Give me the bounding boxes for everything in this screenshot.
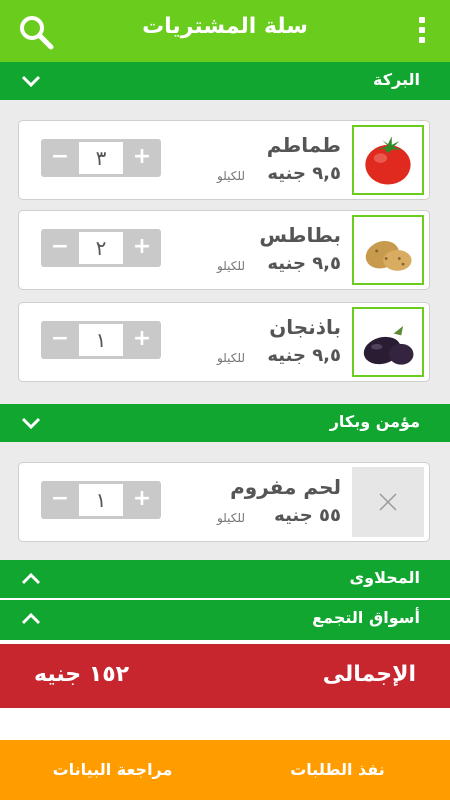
decrease-button[interactable]: −	[41, 481, 79, 519]
chevron-up-icon	[21, 612, 41, 625]
section-title: البركة	[373, 70, 420, 89]
quantity-value[interactable]: ١	[79, 484, 123, 516]
placeholder-x-icon	[352, 467, 424, 537]
item-price: ٩,٥ جنيه	[267, 345, 341, 366]
section-header-mahalawy[interactable]: المحلاوى	[0, 560, 450, 598]
decrease-button[interactable]: −	[41, 139, 79, 177]
item-name: باذنجان	[269, 315, 341, 339]
item-unit: للكيلو	[216, 351, 245, 365]
item-unit: للكيلو	[216, 169, 245, 183]
item-price: ٥٥ جنيه	[274, 505, 341, 526]
action-bar: مراجعة البيانات نفذ الطلبات	[0, 740, 450, 800]
quantity-value[interactable]: ٢	[79, 232, 123, 264]
quantity-stepper: − ١ +	[41, 321, 161, 359]
section-header-albaraka[interactable]: البركة	[0, 62, 450, 100]
total-label: الإجمالى	[322, 662, 416, 687]
execute-orders-button[interactable]: نفذ الطلبات	[225, 740, 450, 800]
quantity-stepper: − ١ +	[41, 481, 161, 519]
section-title: أسواق التجمع	[312, 608, 420, 627]
cart-item: لحم مفروم ٥٥ جنيه للكيلو − ١ +	[18, 462, 430, 542]
chevron-down-icon	[21, 75, 41, 88]
chevron-up-icon	[21, 572, 41, 585]
decrease-button[interactable]: −	[41, 229, 79, 267]
eggplant-icon	[352, 307, 424, 377]
total-bar: ١٥٢ جنيه الإجمالى	[0, 644, 450, 708]
section-panel-momen: لحم مفروم ٥٥ جنيه للكيلو − ١ +	[0, 442, 450, 560]
page-title: سلة المشتريات	[142, 14, 308, 39]
quantity-value[interactable]: ١	[79, 324, 123, 356]
item-unit: للكيلو	[216, 259, 245, 273]
total-value: ١٥٢ جنيه	[34, 662, 130, 687]
increase-button[interactable]: +	[123, 481, 161, 519]
app-bar: سلة المشتريات	[0, 0, 450, 62]
section-panel-albaraka: طماطم ٩,٥ جنيه للكيلو − ٣ + بطاطس ٩,٥ جن…	[0, 100, 450, 404]
item-unit: للكيلو	[216, 511, 245, 525]
quantity-value[interactable]: ٣	[79, 142, 123, 174]
cart-item: طماطم ٩,٥ جنيه للكيلو − ٣ +	[18, 120, 430, 200]
item-name: لحم مفروم	[230, 475, 341, 499]
item-price: ٩,٥ جنيه	[267, 163, 341, 184]
tomato-icon	[352, 125, 424, 195]
cart-item: باذنجان ٩,٥ جنيه للكيلو − ١ +	[18, 302, 430, 382]
section-header-tagamoa[interactable]: أسواق التجمع	[0, 600, 450, 640]
section-title: المحلاوى	[349, 568, 420, 587]
cart-item: بطاطس ٩,٥ جنيه للكيلو − ٢ +	[18, 210, 430, 290]
item-name: طماطم	[266, 133, 341, 157]
section-title: مؤمن وبكار	[329, 412, 420, 431]
increase-button[interactable]: +	[123, 139, 161, 177]
increase-button[interactable]: +	[123, 229, 161, 267]
increase-button[interactable]: +	[123, 321, 161, 359]
overflow-menu-icon[interactable]	[418, 17, 426, 45]
decrease-button[interactable]: −	[41, 321, 79, 359]
chevron-down-icon	[21, 417, 41, 430]
item-name: بطاطس	[259, 223, 341, 247]
potato-icon	[352, 215, 424, 285]
review-data-button[interactable]: مراجعة البيانات	[0, 740, 225, 800]
quantity-stepper: − ٣ +	[41, 139, 161, 177]
item-price: ٩,٥ جنيه	[267, 253, 341, 274]
section-header-momen[interactable]: مؤمن وبكار	[0, 404, 450, 442]
quantity-stepper: − ٢ +	[41, 229, 161, 267]
